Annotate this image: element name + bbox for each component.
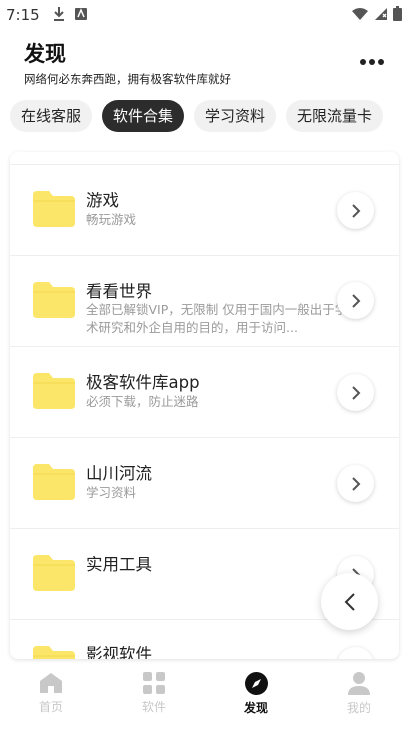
home-icon [40,673,62,693]
grid-icon [143,672,165,694]
signal-icon [375,7,387,20]
tab-unlimited-data-card[interactable]: 无限流量卡 [286,100,384,132]
open-item-button[interactable] [337,374,374,411]
item-description: 学习资料 [86,485,137,500]
battery-icon [393,6,402,21]
nav-item-profile[interactable]: 我的 [329,672,389,716]
folder-icon [33,464,75,500]
page-subtitle: 网络何必东奔西跑，拥有极客软件库就好 [24,72,231,86]
nav-label: 软件 [141,700,166,714]
folder-icon [33,646,75,659]
item-description: 必须下载，防止迷路 [86,394,199,409]
nav-label: 发现 [243,701,268,715]
person-icon [348,672,370,695]
open-item-button[interactable] [337,282,374,319]
chevron-right-icon [351,385,360,400]
item-description: 全部已解锁VIP，无限制 仅用于国内一般出于学术研究和外企自用的目的，用于访问.… [86,302,348,335]
nav-item-discover[interactable]: 发现 [226,672,286,716]
nav-label: 我的 [346,701,371,715]
bottom-navigation: 首页 软件 发现 我的 [0,664,410,729]
more-options-button[interactable] [360,57,384,67]
item-title: 极客软件库app [86,373,200,392]
item-title: 看看世界 [86,282,152,301]
folder-icon [33,373,75,409]
item-title: 游戏 [86,191,119,210]
wifi-icon [352,7,368,20]
status-time: 7:15 [6,6,40,24]
page-header: 发现 网络何必东奔西跑，拥有极客软件库就好 [24,38,231,87]
compass-icon [244,672,268,695]
chevron-right-icon [351,293,360,308]
download-icon [54,7,64,21]
folder-icon [33,555,75,591]
open-item-button[interactable] [337,192,374,229]
tab-software-collection[interactable]: 软件合集 [102,100,185,132]
page-title: 发现 [24,42,66,66]
item-title: 实用工具 [86,555,152,574]
more-dot-icon [360,59,366,65]
list-item[interactable]: 山川河流 学习资料 [10,438,399,529]
open-item-button[interactable] [337,465,374,502]
chevron-right-icon [351,476,360,491]
chevron-right-icon [351,203,360,218]
nav-item-software[interactable]: 软件 [124,672,184,715]
chevron-left-icon [344,592,355,611]
tab-study-materials[interactable]: 学习资料 [194,100,277,132]
list-item[interactable]: 看看世界 全部已解锁VIP，无限制 仅用于国内一般出于学术研究和外企自用的目的，… [10,256,399,347]
item-title: 山川河流 [86,464,152,483]
list-item[interactable]: 极客软件库app 必须下载，防止迷路 [10,347,399,438]
folder-icon [33,191,75,227]
item-description: 畅玩游戏 [86,212,137,227]
item-title: 影视软件 [86,645,152,659]
more-dot-icon [378,59,384,65]
nav-item-home[interactable]: 首页 [21,672,81,715]
chevron-right-icon [353,658,354,659]
open-item-button[interactable] [337,647,374,659]
app-notification-icon [75,8,87,20]
back-floating-button[interactable] [321,573,378,630]
more-dot-icon [369,59,375,65]
nav-label: 首页 [38,700,63,714]
folder-icon [33,282,75,318]
tab-online-support[interactable]: 在线客服 [10,100,93,132]
category-tabs: 在线客服 软件合集 学习资料 无限流量卡 [10,100,384,132]
status-bar: 7:15 [0,0,410,30]
list-item[interactable]: 游戏 畅玩游戏 [10,165,399,256]
